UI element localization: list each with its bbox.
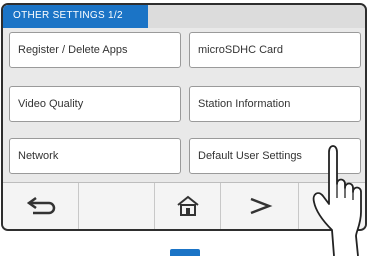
next-icon	[250, 197, 272, 215]
microsdhc-card-button[interactable]: microSDHC Card	[189, 32, 361, 68]
footer-blank-1	[79, 183, 155, 229]
video-quality-button[interactable]: Video Quality	[9, 86, 181, 122]
station-information-button[interactable]: Station Information	[189, 86, 361, 122]
back-icon	[26, 196, 55, 215]
back-button[interactable]	[3, 183, 79, 229]
title-tab: OTHER SETTINGS 1/2	[3, 5, 148, 28]
register-delete-apps-button[interactable]: Register / Delete Apps	[9, 32, 181, 68]
home-icon	[176, 195, 199, 216]
next-button[interactable]	[221, 183, 299, 229]
home-button[interactable]	[155, 183, 221, 229]
page-title: OTHER SETTINGS 1/2	[13, 10, 123, 21]
pointing-hand-icon	[312, 145, 362, 256]
page-indicator	[170, 249, 200, 256]
network-button[interactable]: Network	[9, 138, 181, 174]
